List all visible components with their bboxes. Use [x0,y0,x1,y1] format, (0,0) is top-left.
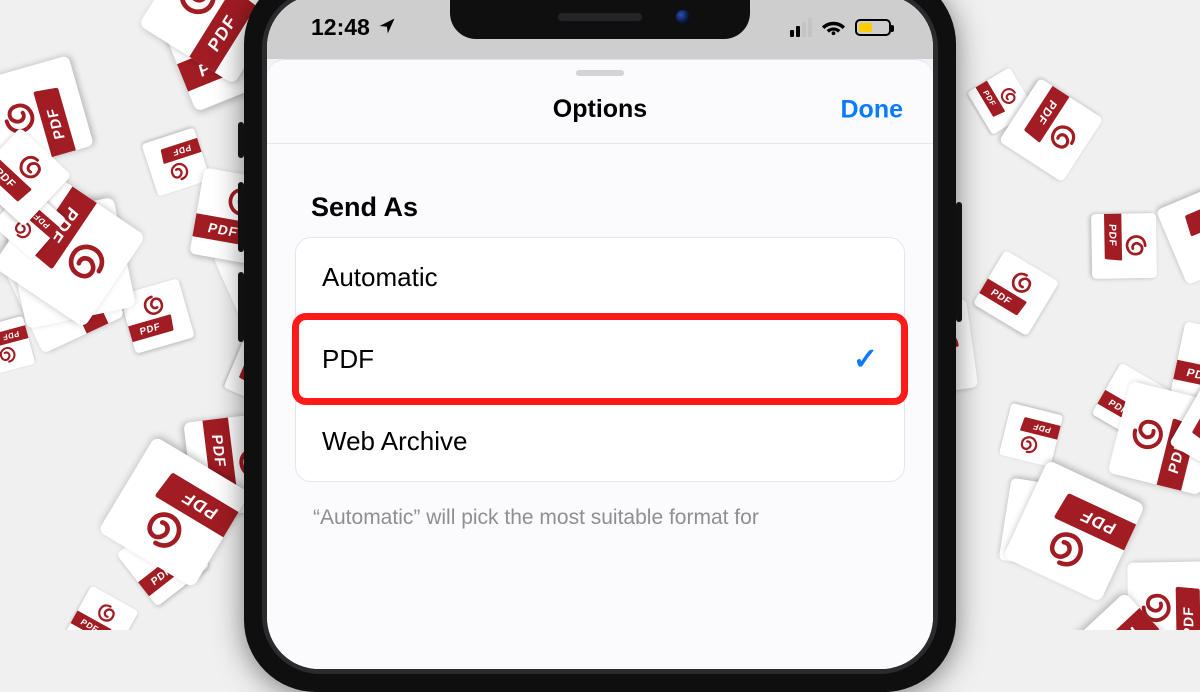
volume-up-button [238,182,244,252]
pdf-icon: PDF [1091,213,1157,279]
location-arrow-icon [378,14,396,41]
option-label: Automatic [322,262,438,293]
section-header-send-as: Send As [267,144,933,237]
section-footer-note: “Automatic” will pick the most suitable … [267,482,933,532]
mute-switch [238,122,244,158]
cell-signal-icon [790,18,812,37]
battery-icon [855,19,891,36]
power-button [956,202,962,322]
pdf-icon: PDF [1155,179,1200,285]
option-automatic[interactable]: Automatic [296,238,904,317]
options-sheet: Options Done Send As Automatic PDF ✓ Web… [267,59,933,669]
wifi-icon [822,16,845,39]
option-web-archive[interactable]: Web Archive [296,401,904,481]
pdf-icon: PDF [66,585,139,630]
pdf-icon: PDF [999,403,1063,467]
option-pdf[interactable]: PDF ✓ [296,317,904,401]
front-camera [676,10,690,24]
option-label: PDF [322,344,374,375]
phone-frame: 12:48 Options [244,0,956,692]
phone-screen: 12:48 Options [267,0,933,669]
phone-notch [450,0,750,39]
pdf-icon: PDF [973,250,1059,336]
option-label: Web Archive [322,426,467,457]
done-button[interactable]: Done [841,95,904,124]
speaker-grille [558,13,642,21]
sheet-title: Options [553,95,647,124]
status-time: 12:48 [311,14,370,41]
volume-down-button [238,272,244,342]
checkmark-icon: ✓ [853,342,878,377]
send-as-option-group: Automatic PDF ✓ Web Archive [295,237,905,482]
sheet-nav: Options Done [267,76,933,144]
